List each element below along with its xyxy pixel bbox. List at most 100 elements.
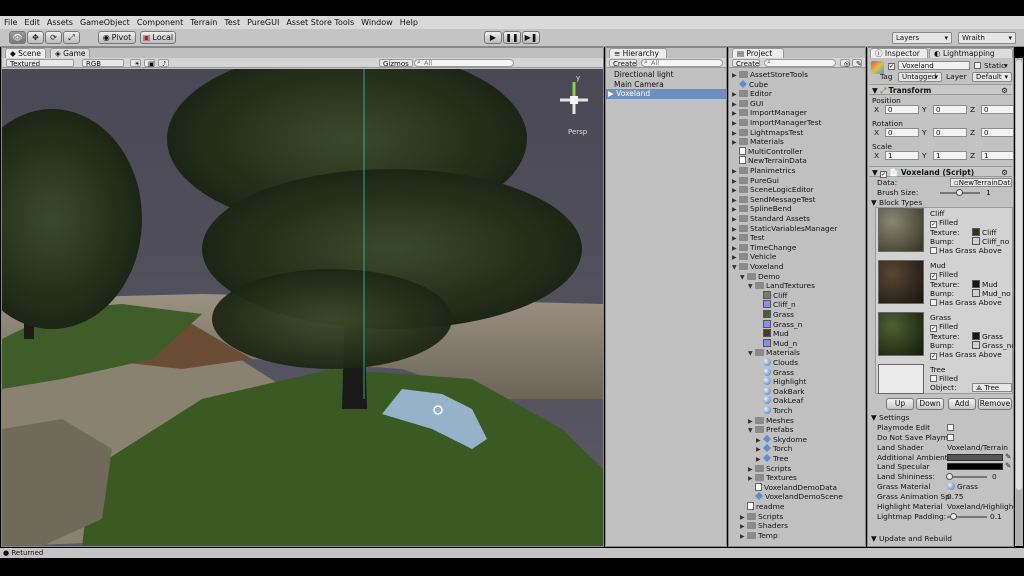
land-shininess-handle[interactable]: [946, 473, 953, 480]
project-item[interactable]: Highlight: [756, 377, 806, 387]
project-item[interactable]: ▶ Standard Assets: [732, 214, 810, 224]
scl-z-field[interactable]: 1: [981, 151, 1013, 160]
layout-dropdown[interactable]: Wraith: [958, 32, 1016, 44]
project-item[interactable]: ▼ Voxeland: [732, 262, 783, 272]
menu-item-window[interactable]: Window: [361, 18, 393, 27]
down-button[interactable]: Down: [916, 398, 944, 410]
filled-checkbox[interactable]: ✓: [930, 273, 937, 280]
filled-row[interactable]: ✓ Filled: [930, 322, 958, 332]
pos-x-field[interactable]: 0: [885, 105, 919, 114]
land-shininess-slider[interactable]: [947, 476, 987, 478]
rot-y-field[interactable]: 0: [933, 128, 967, 137]
project-item[interactable]: ▶ Torch: [756, 444, 792, 454]
grass-above-row[interactable]: ✓ Has Grass Above: [930, 350, 1002, 360]
texture-field[interactable]: Mud: [972, 280, 998, 289]
scl-y-field[interactable]: 1: [933, 151, 967, 160]
bump-field[interactable]: Cliff_no: [972, 237, 1009, 246]
project-item[interactable]: MultiController: [732, 146, 802, 157]
expand-arrow-icon[interactable]: ▶: [608, 89, 616, 98]
expand-arrow-icon[interactable]: ▼: [748, 426, 755, 436]
project-item[interactable]: Cliff: [756, 290, 787, 301]
script-enabled-checkbox[interactable]: ✓: [880, 171, 888, 178]
scene-viewport[interactable]: y Persp: [2, 69, 603, 546]
project-item[interactable]: Cube: [732, 80, 768, 90]
lightmap-padding-handle[interactable]: [950, 513, 957, 520]
tab-hierarchy[interactable]: ≡ Hierarchy: [609, 48, 667, 58]
audio-toggle[interactable]: ♪: [158, 59, 169, 68]
project-item[interactable]: OakLeaf: [756, 396, 803, 406]
tab-game[interactable]: ◈ Game: [50, 48, 91, 58]
grass-material-field[interactable]: Grass: [947, 482, 978, 491]
project-item[interactable]: Grass_n: [756, 319, 802, 330]
eyedropper-icon[interactable]: ✎: [1005, 452, 1011, 461]
project-item[interactable]: ▶ Vehicle: [732, 252, 776, 262]
highlight-material-value[interactable]: Voxeland/Highlight: [947, 502, 1013, 511]
hierarchy-create-dropdown[interactable]: Create: [609, 59, 637, 68]
object-name-input[interactable]: Voxeland: [898, 61, 970, 70]
expand-arrow-icon[interactable]: ▼: [732, 263, 739, 273]
menu-item-puregui[interactable]: PureGUI: [247, 18, 279, 27]
expand-arrow-icon[interactable]: ▼: [748, 349, 755, 359]
project-item[interactable]: ▶ Materials: [732, 137, 784, 147]
settings-foldout[interactable]: ▼ Settings: [871, 413, 909, 422]
render-mode-dropdown[interactable]: RGB: [82, 59, 124, 68]
hand-tool-button[interactable]: 👁: [9, 31, 26, 44]
menu-item-test[interactable]: Test: [224, 18, 240, 27]
gizmos-dropdown[interactable]: Gizmos: [379, 59, 413, 68]
project-item[interactable]: VoxelandDemoData: [748, 482, 837, 493]
additional-ambient-color[interactable]: [947, 454, 1003, 461]
add-button[interactable]: Add: [948, 398, 976, 410]
tab-scene[interactable]: ◆ Scene: [5, 48, 47, 58]
land-shader-value[interactable]: Voxeland/Terrain: [947, 443, 1013, 452]
menu-item-terrain[interactable]: Terrain: [190, 18, 217, 27]
filter-type-button[interactable]: ◎: [840, 59, 850, 68]
menu-item-help[interactable]: Help: [400, 18, 418, 27]
menu-item-file[interactable]: File: [4, 18, 17, 27]
bump-field[interactable]: Mud_no: [972, 289, 1011, 298]
brush-size-handle[interactable]: [956, 189, 963, 196]
block-preview-grass[interactable]: [878, 312, 924, 356]
play-button[interactable]: ▶: [484, 31, 502, 44]
hierarchy-item[interactable]: ▶ Voxeland: [606, 89, 726, 99]
layer-dropdown[interactable]: Default: [972, 72, 1012, 82]
menu-item-assets[interactable]: Assets: [47, 18, 73, 27]
project-item[interactable]: NewTerrainData: [732, 156, 807, 166]
menu-item-component[interactable]: Component: [137, 18, 183, 27]
transform-header[interactable]: ▼ ⤢ Transform ⚙: [869, 84, 1012, 95]
tab-lightmapping[interactable]: ◐ Lightmapping: [929, 48, 1013, 58]
settings-gear-icon[interactable]: ⚙: [1001, 167, 1008, 178]
project-item[interactable]: ▶ Scripts: [740, 512, 783, 522]
scl-x-field[interactable]: 1: [885, 151, 919, 160]
project-item[interactable]: ▶ ImportManager: [732, 108, 807, 118]
block-preview-mud[interactable]: [878, 260, 924, 304]
pause-button[interactable]: ❚❚: [503, 31, 521, 44]
bump-field[interactable]: Grass_no: [972, 341, 1013, 350]
block-types-foldout[interactable]: ▼ Block Types: [871, 198, 922, 207]
rot-z-field[interactable]: 0: [981, 128, 1013, 137]
project-item[interactable]: ▶ Temp: [740, 531, 778, 541]
lighting-toggle[interactable]: ☀: [130, 59, 141, 68]
project-item[interactable]: ▶ Editor: [732, 89, 772, 99]
project-item[interactable]: ▶ GUI: [732, 99, 763, 109]
project-item[interactable]: ▶ Tree: [756, 454, 788, 464]
active-checkbox[interactable]: ✓: [888, 63, 895, 70]
hierarchy-item[interactable]: Directional light: [606, 70, 726, 80]
project-item[interactable]: ▶ Textures: [748, 473, 797, 483]
land-specular-color[interactable]: [947, 463, 1003, 470]
grass-above-row[interactable]: Has Grass Above: [930, 246, 1002, 255]
rot-x-field[interactable]: 0: [885, 128, 919, 137]
filled-row[interactable]: ✓ Filled: [930, 218, 958, 228]
project-item[interactable]: ▶ Planimetrics: [732, 166, 795, 176]
project-item[interactable]: ▶ PureGui: [732, 176, 779, 186]
project-item[interactable]: ▼ Materials: [748, 348, 800, 358]
pivot-toggle[interactable]: ◉ Pivot: [98, 31, 136, 44]
project-item[interactable]: Grass: [756, 310, 794, 320]
menu-item-gameobject[interactable]: GameObject: [80, 18, 130, 27]
project-item[interactable]: ▶ TimeChange: [732, 243, 796, 253]
local-toggle[interactable]: ▣ Local: [140, 31, 176, 44]
grass-above-checkbox[interactable]: [930, 299, 937, 306]
data-field[interactable]: ▫NewTerrainData: [950, 178, 1012, 187]
settings-gear-icon[interactable]: ⚙: [1001, 85, 1008, 96]
filled-checkbox[interactable]: ✓: [930, 325, 937, 332]
project-item[interactable]: ▼ LandTextures: [748, 281, 815, 291]
